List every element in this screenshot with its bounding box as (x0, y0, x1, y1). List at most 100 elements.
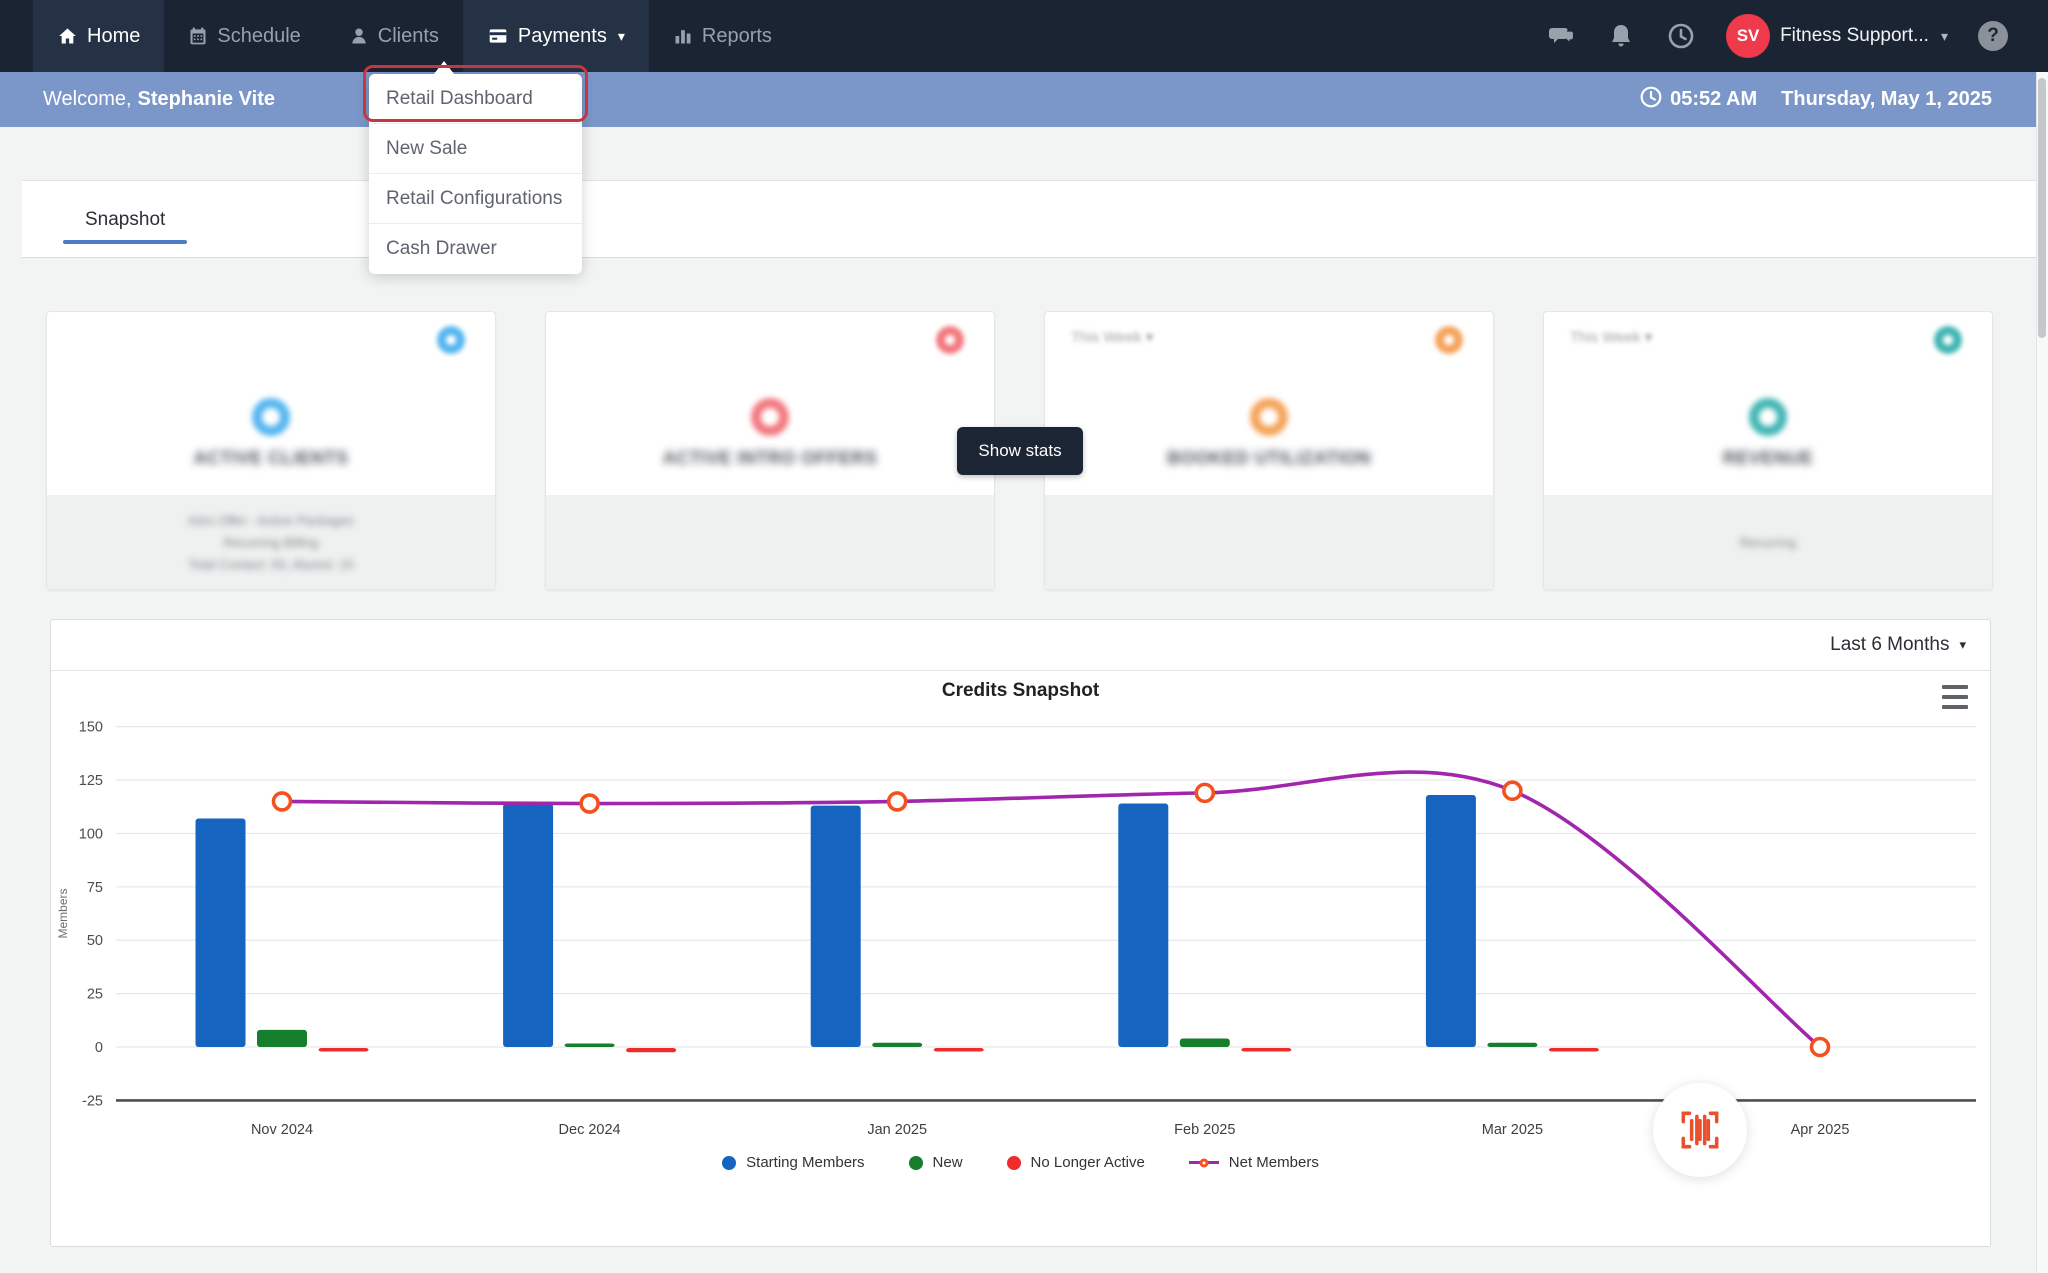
svg-text:Nov 2024: Nov 2024 (251, 1122, 313, 1138)
account-label: Fitness Support... (1780, 25, 1929, 47)
tab-label: Snapshot (85, 209, 165, 231)
payments-dropdown-menu: Retail Dashboard New Sale Retail Configu… (369, 74, 582, 274)
svg-text:Mar 2025: Mar 2025 (1482, 1122, 1543, 1138)
menu-item-retail-dashboard[interactable]: Retail Dashboard (369, 74, 582, 124)
tab-snapshot[interactable]: Snapshot (63, 181, 187, 258)
nav-item-reports[interactable]: Reports (649, 0, 796, 72)
stat-card-active-clients: ACTIVE CLIENTS Intro Offer - Active Pack… (46, 311, 496, 590)
nav-item-label: Schedule (217, 25, 300, 48)
stat-card-title: BOOKED UTILIZATION (1045, 448, 1493, 469)
svg-text:100: 100 (79, 826, 103, 842)
stat-footer-line: Recurring (1740, 535, 1796, 550)
stat-footer-line: Recurring Billing (224, 535, 319, 550)
navbar-right: SV Fitness Support... ▾ ? (1546, 0, 2048, 72)
current-date: Thursday, May 1, 2025 (1781, 88, 1992, 111)
scrollbar-track (2036, 72, 2048, 1273)
stat-card-title: ACTIVE INTRO OFFERS (546, 448, 994, 469)
top-navbar: Home Schedule Clients Payments ▾ Reports (0, 0, 2048, 72)
stat-ring-icon (252, 398, 290, 436)
legend-dot-icon (1007, 1156, 1021, 1170)
gear-icon[interactable] (1435, 326, 1463, 354)
legend-item[interactable]: Starting Members (722, 1154, 864, 1171)
legend-item[interactable]: No Longer Active (1007, 1154, 1145, 1171)
schedule-calendar-icon (188, 26, 208, 46)
svg-text:150: 150 (79, 720, 103, 736)
svg-text:Members: Members (56, 889, 70, 939)
nav-item-label: Clients (378, 25, 439, 48)
loading-badge (1653, 1083, 1747, 1177)
stat-card-revenue: This Week ▾ REVENUE Recurring (1543, 311, 1993, 590)
svg-text:25: 25 (87, 987, 103, 1003)
current-time: 05:52 AM (1640, 86, 1757, 114)
stat-ring-icon (1250, 398, 1288, 436)
stat-card-active-intro-offers: ACTIVE INTRO OFFERS (545, 311, 995, 590)
stat-card-footer (546, 495, 994, 589)
nav-item-label: Home (87, 25, 140, 48)
legend-label: Starting Members (746, 1154, 864, 1171)
legend-dot-icon (722, 1156, 736, 1170)
clients-person-icon (349, 26, 369, 46)
reports-bars-icon (673, 26, 693, 46)
clock-icon (1640, 86, 1662, 114)
stat-card-booked-utilization: This Week ▾ BOOKED UTILIZATION (1044, 311, 1494, 590)
scrollbar-thumb[interactable] (2038, 78, 2046, 338)
caret-down-icon: ▾ (618, 28, 625, 45)
home-icon (57, 26, 78, 46)
loading-barcode-icon (1676, 1106, 1724, 1154)
svg-text:Feb 2025: Feb 2025 (1174, 1122, 1235, 1138)
legend-line-marker-icon (1189, 1155, 1219, 1171)
nav-item-payments[interactable]: Payments ▾ (463, 0, 649, 72)
legend-dot-icon (909, 1156, 923, 1170)
show-stats-button[interactable]: Show stats (957, 427, 1083, 475)
account-menu[interactable]: SV Fitness Support... ▾ (1726, 14, 1948, 58)
bell-icon[interactable] (1606, 21, 1636, 51)
welcome-greeting: Welcome, (43, 88, 132, 111)
svg-text:125: 125 (79, 773, 103, 789)
screen: Home Schedule Clients Payments ▾ Reports (0, 0, 2048, 1273)
nav-item-schedule[interactable]: Schedule (164, 0, 324, 72)
svg-text:Jan 2025: Jan 2025 (867, 1122, 927, 1138)
stat-card-title: ACTIVE CLIENTS (47, 448, 495, 469)
nav-item-label: Payments (518, 25, 607, 48)
welcome-user-name: Stephanie Vite (138, 88, 275, 111)
welcome-bar-right: 05:52 AM Thursday, May 1, 2025 (1640, 86, 1992, 114)
caret-down-icon: ▾ (1941, 28, 1948, 45)
svg-text:Apr 2025: Apr 2025 (1791, 1122, 1850, 1138)
nav-item-home[interactable]: Home (33, 0, 164, 72)
gear-icon[interactable] (437, 326, 465, 354)
payments-card-icon (487, 26, 509, 46)
help-icon[interactable]: ? (1978, 21, 2008, 51)
history-clock-icon[interactable] (1666, 21, 1696, 51)
period-selector[interactable]: This Week ▾ (1570, 328, 1652, 346)
period-selector[interactable]: This Week ▾ (1071, 328, 1153, 346)
stat-card-footer: Intro Offer - Active Packages Recurring … (47, 495, 495, 589)
tab-active-underline (63, 240, 187, 244)
stat-ring-icon (1749, 398, 1787, 436)
chat-icon[interactable] (1546, 21, 1576, 51)
svg-text:50: 50 (87, 933, 103, 949)
svg-text:0: 0 (95, 1040, 103, 1056)
stat-card-footer: Recurring (1544, 495, 1992, 589)
welcome-bar: Welcome, Stephanie Vite 05:52 AM Thursda… (0, 72, 2036, 127)
nav-item-label: Reports (702, 25, 772, 48)
svg-text:Dec 2024: Dec 2024 (559, 1122, 621, 1138)
legend-label: Net Members (1229, 1154, 1319, 1171)
stat-footer-line: Total Contact: 93, Alumni: 15 (188, 557, 353, 572)
legend-label: No Longer Active (1031, 1154, 1145, 1171)
stat-card-title: REVENUE (1544, 448, 1992, 469)
avatar: SV (1726, 14, 1770, 58)
svg-text:75: 75 (87, 880, 103, 896)
menu-item-retail-configurations[interactable]: Retail Configurations (369, 174, 582, 224)
svg-text:-25: -25 (82, 1093, 103, 1109)
legend-label: New (933, 1154, 963, 1171)
legend-item[interactable]: New (909, 1154, 963, 1171)
gear-icon[interactable] (936, 326, 964, 354)
time-text: 05:52 AM (1670, 88, 1757, 111)
tab-strip: Snapshot (22, 180, 2036, 258)
gear-icon[interactable] (1934, 326, 1962, 354)
stat-card-footer (1045, 495, 1493, 589)
menu-item-new-sale[interactable]: New Sale (369, 124, 582, 174)
menu-item-cash-drawer[interactable]: Cash Drawer (369, 224, 582, 274)
stat-footer-line: Intro Offer - Active Packages (188, 513, 353, 528)
legend-item[interactable]: Net Members (1189, 1154, 1319, 1171)
